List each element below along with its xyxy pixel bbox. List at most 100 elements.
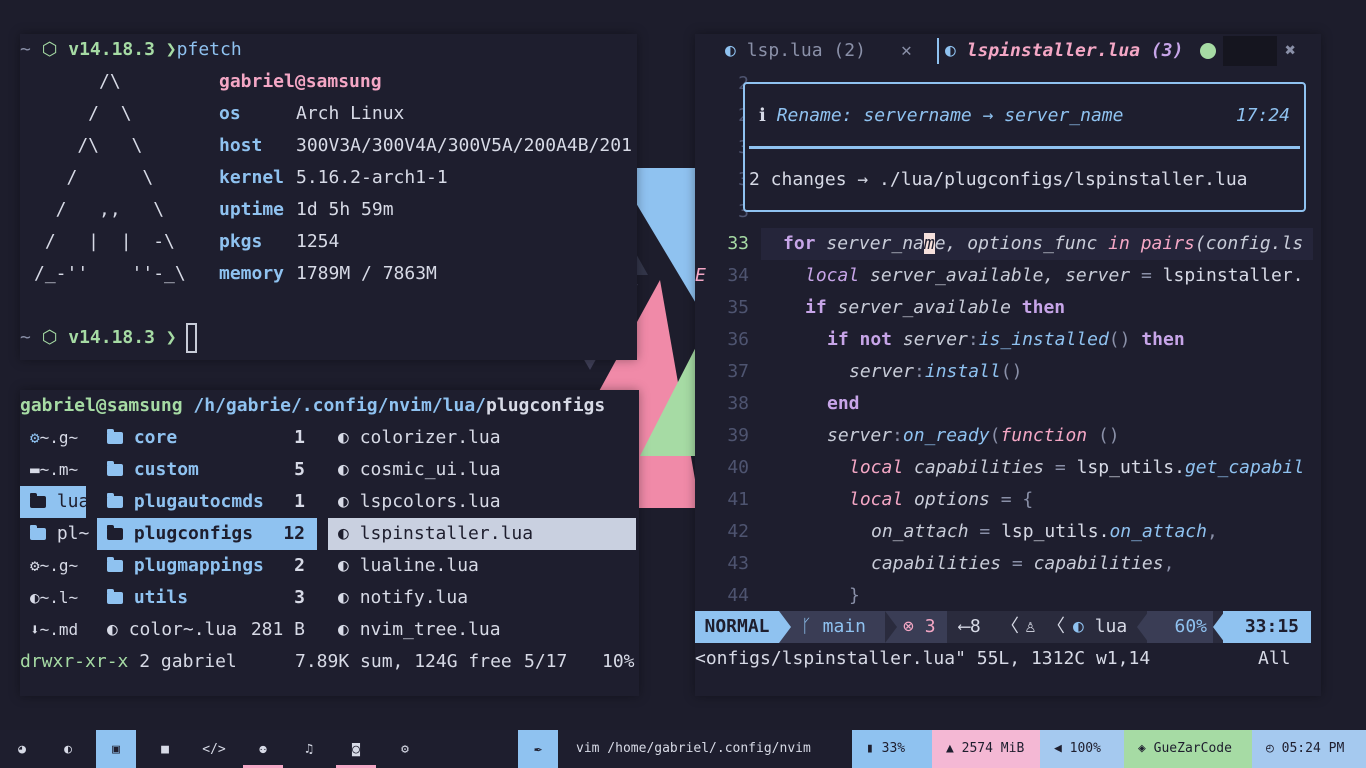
fm-dir-count: 12 <box>283 523 305 544</box>
tab-close-icon[interactable]: ✕ <box>901 34 912 68</box>
ascii-art-line: /\ \ <box>34 135 143 156</box>
lua-icon: ◐ <box>338 523 349 544</box>
pfetch-value: Arch Linux <box>296 103 405 124</box>
prompt-line-2[interactable]: ~ ⬡ v14.18.3 ❯ <box>20 322 177 354</box>
file-manager-window[interactable]: gabriel@samsung /h/gabrie/.config/nvim/l… <box>20 390 639 696</box>
discord-icon[interactable]: ◙ <box>336 730 376 768</box>
code-line-44: } <box>849 585 860 606</box>
popup-divider <box>749 146 1300 149</box>
fm-parent-item-selected[interactable]: lua <box>20 486 89 518</box>
pfetch-value: 1789M / 7863M <box>296 263 437 284</box>
pfetch-key: host <box>219 135 263 156</box>
network-module[interactable]: ◈ GueZarCode <box>1124 730 1252 768</box>
ascii-art-line: /_-'' ''-_\ <box>34 263 186 284</box>
prompt-arrow: ❯ <box>165 327 177 348</box>
prompt-tilde: ~ <box>20 327 31 348</box>
fm-parent-item[interactable]: ⚙~.g~ <box>20 422 86 454</box>
fm-current-dir: plugconfigs <box>486 395 606 416</box>
fm-file-item[interactable]: ◐ color~.lua 281 B <box>97 614 317 646</box>
code-line-37: server:install() <box>849 361 1023 382</box>
github-icon[interactable]: ⚉ <box>243 730 283 768</box>
prompt-command: pfetch <box>176 39 242 60</box>
terminal-icon[interactable]: ▣ <box>96 730 136 768</box>
fm-footer: drwxr-xr-x 2 gabriel <box>20 646 237 678</box>
fm-position: 5/17 <box>524 651 568 672</box>
close-all-icon[interactable]: ✖ <box>1285 34 1296 68</box>
fm-parent-item[interactable]: ▬~.m~ <box>20 454 86 486</box>
statusline: NORMAL ᚴ main ⊗ 3 ⟵8 〈 ♙ 〈 ◐ lua 60% 33:… <box>695 611 1311 643</box>
cpu-module[interactable]: ▮ 33% <box>852 730 932 768</box>
buffer-tabline: ◐ lsp.lua (2) ✕ ◐ lspinstaller.lua (3) ✖ <box>695 34 1321 68</box>
folder-icon <box>107 493 123 508</box>
git-icon: ⚙ <box>30 428 40 447</box>
diagnostic-error-sign: E <box>695 265 706 286</box>
fm-preview-item[interactable]: ◐ colorizer.lua <box>328 422 636 454</box>
clock-module[interactable]: ◴ 05:24 PM <box>1252 730 1366 768</box>
line-number: 42 <box>727 521 749 542</box>
fm-dir-item[interactable]: plugmappings 2 <box>97 550 317 582</box>
line-number: 36 <box>727 329 749 350</box>
fm-preview-item[interactable]: ◐ lspcolors.lua <box>328 486 636 518</box>
fm-preview-item[interactable]: ◐ cosmic_ui.lua <box>328 454 636 486</box>
rename-popup: ℹ Rename: servername → server_name 17:24… <box>743 82 1306 212</box>
rename-title: ℹ Rename: servername → server_name <box>759 105 1124 126</box>
fm-parent-item[interactable]: ⚙~.g~ <box>20 550 86 582</box>
code-line-41: local options = { <box>849 489 1034 510</box>
lua-icon: ◐ <box>30 588 40 607</box>
fm-dir-item[interactable]: utils 3 <box>97 582 317 614</box>
folder-icon <box>30 493 46 508</box>
code-line-43: capabilities = capabilities, <box>871 553 1175 574</box>
fm-preview-item[interactable]: ◐ notify.lua <box>328 582 636 614</box>
statusline-separator <box>885 611 897 643</box>
modified-indicator-icon <box>1200 43 1216 59</box>
wifi-icon: ◈ <box>1138 741 1146 756</box>
fm-dir-item[interactable]: custom 5 <box>97 454 317 486</box>
fm-dir-count: 1 <box>294 491 305 512</box>
diff-count: ⟵8 <box>959 616 981 637</box>
tab-lspinstaller-lua[interactable]: ◐ lspinstaller.lua (3) <box>945 34 1183 68</box>
code-line-35: if server_available then <box>805 297 1066 318</box>
settings-icon[interactable]: ⚙ <box>385 730 425 768</box>
arch-icon[interactable]: ◕ <box>2 730 42 768</box>
tab-lsp-lua[interactable]: ◐ lsp.lua (2) <box>725 34 866 68</box>
folder-icon <box>30 525 46 540</box>
ascii-art-line: / | | -\ <box>34 231 175 252</box>
fm-current-column: core 1 custom 5 plugautocmds 1 plugconfigs 1… <box>97 422 317 646</box>
fm-owner: gabriel <box>160 651 237 672</box>
folder-icon[interactable]: ■ <box>145 730 185 768</box>
fm-preview-item[interactable]: ◐ lualine.lua <box>328 550 636 582</box>
neovim-window[interactable]: ◐ lsp.lua (2) ✕ ◐ lspinstaller.lua (3) ✖… <box>695 34 1321 696</box>
lua-icon: ◐ <box>338 619 349 640</box>
lua-icon: ◐ <box>725 40 736 61</box>
tab-separator <box>937 38 939 64</box>
fm-preview-item-selected[interactable]: ◐ lspinstaller.lua <box>328 518 636 550</box>
lua-icon: ◐ <box>338 587 349 608</box>
line-number-current: 33 <box>727 233 749 254</box>
fm-preview-item[interactable]: ◐ nvim_tree.lua <box>328 614 636 646</box>
fm-dir-item-selected[interactable]: plugconfigs 12 <box>97 518 317 550</box>
line-number: 3 <box>738 201 749 222</box>
git-branch-icon: ᚴ <box>801 616 812 637</box>
statusline-separator: 〈 <box>1001 616 1019 637</box>
terminal-window[interactable]: ~ ⬡ v14.18.3 ❯pfetch /\ / \ /\ \ / \ / ,… <box>20 34 637 360</box>
fm-user-host: gabriel@samsung <box>20 395 183 416</box>
code-icon[interactable]: </> <box>194 730 234 768</box>
node-version: v14.18.3 <box>68 327 155 348</box>
fm-parent-item[interactable]: ◐~.l~ <box>20 582 86 614</box>
fm-header: gabriel@samsung /h/gabrie/.config/nvim/l… <box>20 390 605 422</box>
fm-dir-item[interactable]: core 1 <box>97 422 317 454</box>
command-line: <onfigs/lspinstaller.lua" 55L, 1312C w1,… <box>695 648 1151 669</box>
lua-icon: ◐ <box>107 619 118 640</box>
volume-module[interactable]: ◀ 100% <box>1040 730 1124 768</box>
fm-parent-item[interactable]: ⬇~.md <box>20 614 86 646</box>
fm-parent-item[interactable]: pl~ <box>20 518 89 550</box>
music-icon[interactable]: ♫ <box>289 730 329 768</box>
feather-icon[interactable]: ✒ <box>518 730 558 768</box>
memory-module[interactable]: ▲ 2574 MiB <box>932 730 1040 768</box>
fm-dir-item[interactable]: plugautocmds 1 <box>97 486 317 518</box>
line-number: 38 <box>727 393 749 414</box>
memory-icon: ▲ <box>946 741 954 756</box>
code-line-34: local server_available, server = lspinst… <box>805 265 1304 286</box>
fm-permissions: drwxr-xr-x <box>20 651 129 672</box>
neovim-icon[interactable]: ◐ <box>48 730 88 768</box>
